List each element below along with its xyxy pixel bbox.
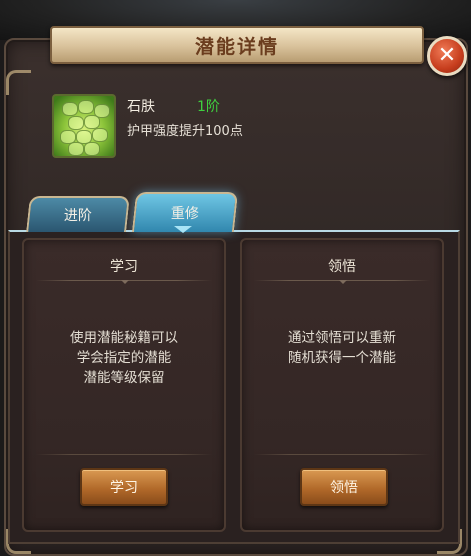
dialog-title: 潜能详情 [194,35,279,58]
active-tab-indicator [174,226,192,233]
comprehend-card-title: 领悟 [328,259,356,275]
card-divider [254,280,430,284]
comprehend-card: 领悟 通过领悟可以重新 随机获得一个潜能 领悟 [240,238,444,532]
learn-button[interactable]: 学习 [80,468,168,506]
card-divider [254,454,430,455]
tab-advance[interactable]: 进阶 [26,196,130,232]
learn-card-description: 使用潜能秘籍可以 学会指定的潜能 潜能等级保留 [70,330,178,386]
comprehend-card-description: 通过领悟可以重新 随机获得一个潜能 [288,330,396,366]
title-banner: 潜能详情 [50,26,424,64]
learn-card-title: 学习 [110,259,138,275]
stone-skin-icon [52,94,116,158]
skill-description: 护甲强度提升100点 [127,124,243,139]
skill-level: 1阶 [197,99,220,115]
close-icon: ✕ [437,43,457,68]
skill-name: 石肤 [127,99,155,115]
tab-advance-label: 进阶 [63,208,92,224]
frame-corner [6,70,31,95]
close-button[interactable]: ✕ [427,36,467,76]
tab-retrain-label: 重修 [170,206,199,222]
card-divider [36,454,212,455]
learn-card: 学习 使用潜能秘籍可以 学会指定的潜能 潜能等级保留 学习 [22,238,226,532]
card-divider [36,280,212,284]
comprehend-button[interactable]: 领悟 [300,468,388,506]
